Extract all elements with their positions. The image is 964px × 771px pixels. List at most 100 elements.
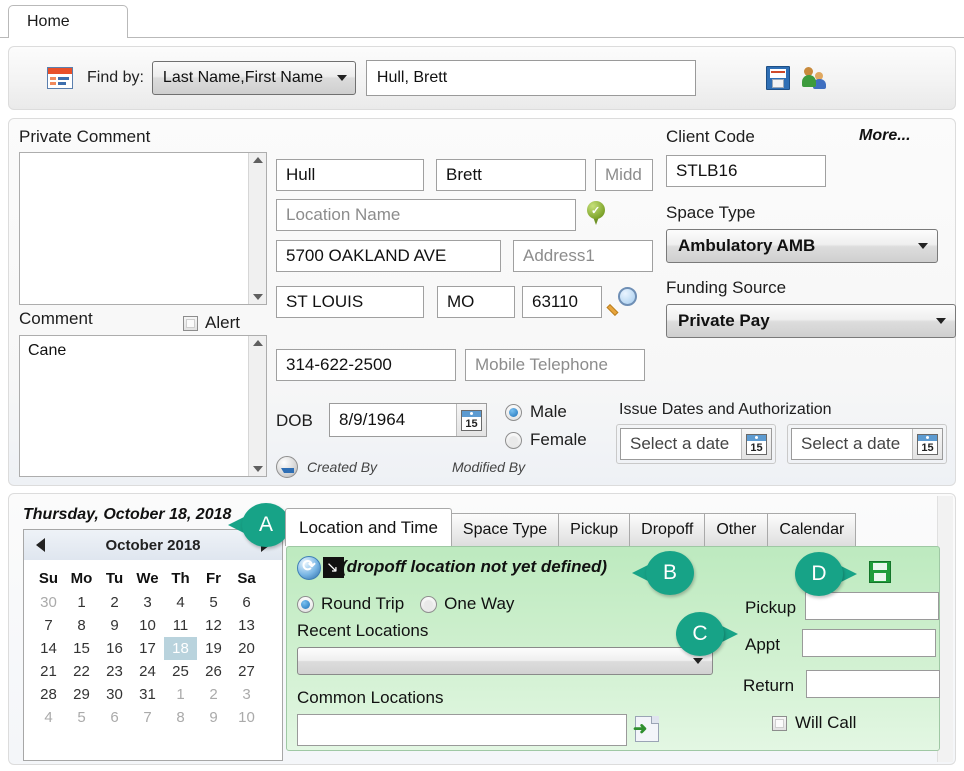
calendar-day[interactable]: 9 bbox=[98, 614, 131, 637]
calendar-day[interactable]: 6 bbox=[98, 706, 131, 729]
calendar-day[interactable]: 26 bbox=[197, 660, 230, 683]
appt-time-input[interactable] bbox=[802, 629, 936, 657]
city-field[interactable]: ST LOUIS bbox=[276, 286, 424, 318]
floppy-save-icon[interactable] bbox=[765, 66, 790, 90]
calendar-day[interactable]: 23 bbox=[98, 660, 131, 683]
calendar-day[interactable]: 19 bbox=[197, 637, 230, 660]
last-name-field[interactable]: Hull bbox=[276, 159, 424, 191]
calendar-day[interactable]: 25 bbox=[164, 660, 197, 683]
gender-male-option[interactable]: Male bbox=[505, 402, 567, 422]
private-comment-textarea[interactable] bbox=[19, 152, 267, 305]
issue-date-2-datepicker[interactable]: Select a date 15 bbox=[791, 428, 943, 460]
scroll-up-icon[interactable] bbox=[252, 340, 263, 346]
calendar-day[interactable]: 5 bbox=[197, 591, 230, 614]
calendar-day[interactable]: 8 bbox=[65, 614, 98, 637]
telephone-field[interactable]: 314-622-2500 bbox=[276, 349, 456, 381]
calendar-day[interactable]: 3 bbox=[131, 591, 164, 614]
left-arrow-icon[interactable] bbox=[36, 538, 45, 552]
calendar-icon[interactable] bbox=[47, 67, 73, 89]
issue-date-1-datepicker[interactable]: Select a date 15 bbox=[620, 428, 772, 460]
calendar-day[interactable]: 31 bbox=[131, 683, 164, 706]
common-locations-input[interactable] bbox=[297, 714, 627, 746]
calendar-day[interactable]: 24 bbox=[131, 660, 164, 683]
will-call-checkbox[interactable] bbox=[772, 715, 787, 731]
calendar-day[interactable]: 30 bbox=[98, 683, 131, 706]
search-input[interactable]: Hull, Brett bbox=[365, 60, 696, 96]
calendar-day[interactable]: 22 bbox=[65, 660, 98, 683]
male-radio[interactable] bbox=[505, 403, 522, 421]
comment-textarea[interactable]: Cane bbox=[19, 335, 267, 477]
search-magnifier-icon[interactable] bbox=[606, 287, 640, 317]
private-comment-scrollbar[interactable] bbox=[248, 153, 266, 304]
history-clock-icon[interactable] bbox=[276, 456, 298, 478]
tab-pickup[interactable]: Pickup bbox=[558, 513, 631, 546]
people-icon[interactable] bbox=[801, 66, 828, 90]
map-pin-icon[interactable]: ✓ bbox=[587, 201, 605, 225]
pickup-time-input[interactable] bbox=[805, 592, 939, 620]
first-name-field[interactable]: Brett bbox=[436, 159, 586, 191]
alert-checkbox[interactable] bbox=[183, 315, 198, 331]
calendar-day[interactable]: 7 bbox=[32, 614, 65, 637]
client-code-field[interactable]: STLB16 bbox=[666, 155, 826, 187]
calendar-day[interactable]: 5 bbox=[65, 706, 98, 729]
round-trip-option[interactable]: Round Trip One Way bbox=[297, 594, 514, 614]
middle-name-field[interactable]: Midd bbox=[595, 159, 653, 191]
state-field[interactable]: MO bbox=[437, 286, 515, 318]
tab-home[interactable]: Home bbox=[8, 5, 128, 38]
recent-locations-select[interactable] bbox=[297, 647, 713, 675]
calendar-day[interactable]: 30 bbox=[32, 591, 65, 614]
scroll-down-icon[interactable] bbox=[252, 466, 263, 472]
issue-date-2-calendar-button[interactable]: 15 bbox=[912, 429, 942, 459]
calendar-day[interactable]: 2 bbox=[98, 591, 131, 614]
calendar-day[interactable]: 1 bbox=[164, 683, 197, 706]
tab-location-and-time[interactable]: Location and Time bbox=[285, 508, 452, 546]
one-way-radio[interactable] bbox=[420, 595, 438, 613]
calendar-day[interactable]: 28 bbox=[32, 683, 65, 706]
more-link[interactable]: More... bbox=[859, 127, 911, 145]
calendar-day[interactable]: 1 bbox=[65, 591, 98, 614]
calendar-day[interactable]: 4 bbox=[164, 591, 197, 614]
refresh-icon[interactable]: ⟳ bbox=[297, 556, 321, 580]
return-time-input[interactable] bbox=[806, 670, 940, 698]
calendar-day[interactable]: 13 bbox=[230, 614, 263, 637]
address-field[interactable]: 5700 OAKLAND AVE bbox=[276, 240, 501, 272]
round-trip-radio[interactable] bbox=[297, 595, 314, 613]
calendar-day[interactable]: 10 bbox=[230, 706, 263, 729]
funding-source-select[interactable]: Private Pay bbox=[666, 304, 956, 338]
calendar-day[interactable]: 10 bbox=[131, 614, 164, 637]
tab-dropoff[interactable]: Dropoff bbox=[629, 513, 706, 546]
alert-checkbox-group[interactable]: Alert bbox=[183, 313, 240, 333]
dob-calendar-button[interactable]: 15 bbox=[456, 404, 486, 436]
calendar-day[interactable]: 18 bbox=[164, 637, 197, 660]
calendar-day[interactable]: 7 bbox=[131, 706, 164, 729]
location-name-field[interactable]: Location Name bbox=[276, 199, 576, 231]
calendar-day[interactable]: 29 bbox=[65, 683, 98, 706]
calendar-day[interactable]: 16 bbox=[98, 637, 131, 660]
scroll-down-icon[interactable] bbox=[252, 294, 263, 300]
dob-datepicker[interactable]: 8/9/1964 15 bbox=[329, 403, 487, 437]
calendar-day[interactable]: 9 bbox=[197, 706, 230, 729]
tab-other[interactable]: Other bbox=[704, 513, 769, 546]
comment-scrollbar[interactable] bbox=[248, 336, 266, 476]
find-by-select[interactable]: Last Name,First Name bbox=[151, 61, 356, 95]
calendar-day[interactable]: 17 bbox=[131, 637, 164, 660]
calendar-day[interactable]: 4 bbox=[32, 706, 65, 729]
zip-field[interactable]: 63110 bbox=[522, 286, 602, 318]
add-document-icon[interactable]: ➜ bbox=[633, 716, 659, 742]
tab-space-type[interactable]: Space Type bbox=[450, 513, 560, 546]
month-calendar[interactable]: October 2018 Su Mo Tu We Th Fr Sa 30 1 2 3 4 5 6 7 8 9 1… bbox=[23, 529, 283, 761]
calendar-day[interactable]: 21 bbox=[32, 660, 65, 683]
mobile-telephone-field[interactable]: Mobile Telephone bbox=[465, 349, 645, 381]
will-call-checkbox-group[interactable]: Will Call bbox=[772, 713, 856, 733]
calendar-day[interactable]: 14 bbox=[32, 637, 65, 660]
calendar-day[interactable]: 27 bbox=[230, 660, 263, 683]
issue-date-1-calendar-button[interactable]: 15 bbox=[741, 429, 771, 459]
green-floppy-save-icon[interactable] bbox=[869, 561, 891, 583]
space-type-select[interactable]: Ambulatory AMB bbox=[666, 229, 938, 263]
tab-calendar[interactable]: Calendar bbox=[767, 513, 857, 546]
calendar-day[interactable]: 2 bbox=[197, 683, 230, 706]
calendar-day[interactable]: 20 bbox=[230, 637, 263, 660]
female-radio[interactable] bbox=[505, 431, 522, 449]
calendar-day[interactable]: 3 bbox=[230, 683, 263, 706]
calendar-day[interactable]: 6 bbox=[230, 591, 263, 614]
